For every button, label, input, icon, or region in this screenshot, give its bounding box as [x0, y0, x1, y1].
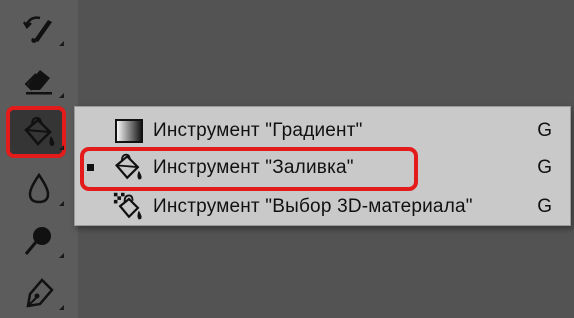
pen-icon: [26, 278, 54, 308]
menu-item-shortcut: G: [537, 196, 552, 217]
selected-indicator: [87, 164, 94, 171]
dodge-tool[interactable]: [10, 216, 68, 264]
submenu-indicator: [59, 201, 64, 206]
history-brush-tool[interactable]: [10, 4, 68, 52]
3d-material-drop-icon: [113, 192, 142, 220]
dodge-icon: [24, 227, 51, 255]
blur-drop-icon: [28, 172, 50, 204]
menu-item-gradient[interactable]: Инструмент "Градиент" G: [75, 113, 570, 149]
menu-item-label: Инструмент "Заливка": [153, 157, 354, 178]
submenu-indicator: [59, 93, 64, 98]
submenu-indicator: [59, 41, 64, 46]
submenu-indicator: [59, 145, 64, 150]
menu-item-label: Инструмент "Выбор 3D-материала": [153, 196, 473, 217]
gradient-icon: [115, 119, 143, 143]
eraser-icon: [24, 70, 52, 95]
submenu-indicator: [59, 253, 64, 258]
paint-bucket-tool[interactable]: [10, 108, 68, 156]
pen-tool[interactable]: [10, 268, 68, 316]
menu-item-label: Инструмент "Градиент": [153, 120, 363, 141]
menu-item-paint-bucket[interactable]: Инструмент "Заливка" G: [75, 150, 570, 186]
menu-item-shortcut: G: [537, 120, 552, 141]
eraser-tool[interactable]: [10, 56, 68, 104]
menu-item-shortcut: G: [537, 157, 552, 178]
history-brush-icon: [22, 16, 52, 43]
submenu-indicator: [59, 305, 64, 310]
blur-tool[interactable]: [10, 164, 68, 212]
paint-bucket-icon: [114, 153, 142, 180]
paint-bucket-icon: [24, 116, 55, 146]
tool-flyout-menu: Инструмент "Градиент" G Инструмент "Зали…: [74, 106, 571, 226]
menu-item-3d-material-drop[interactable]: Инструмент "Выбор 3D-материала" G: [75, 189, 570, 225]
workspace: Инструмент "Градиент" G Инструмент "Зали…: [0, 0, 574, 318]
